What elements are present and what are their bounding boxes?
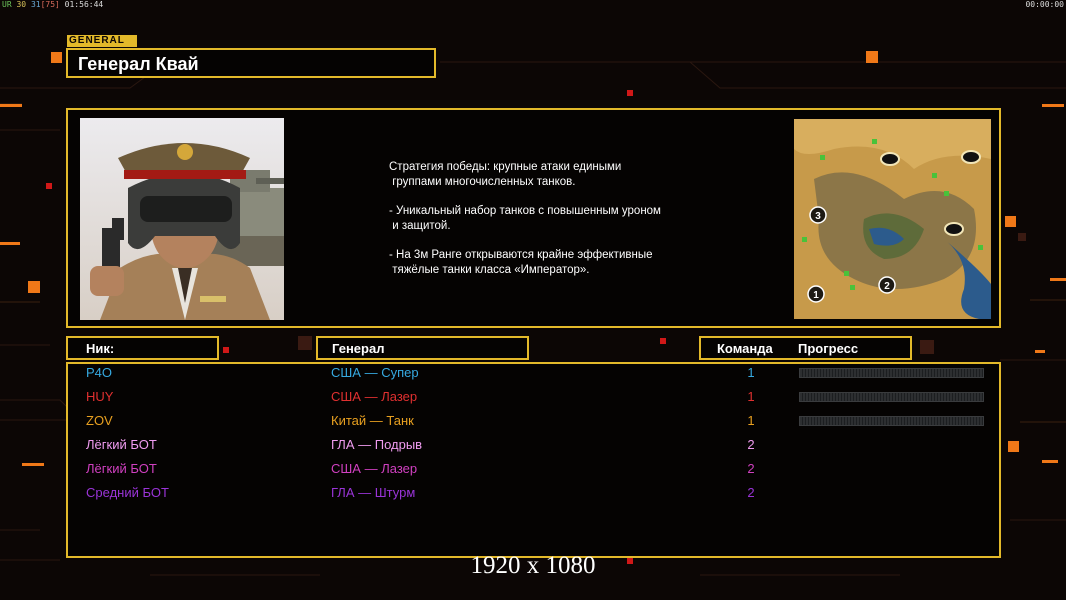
player-team: 1 xyxy=(747,413,755,428)
game-timer: 00:00:00 xyxy=(1025,0,1064,9)
fps-clock-readout: UR 30 31[75] 01:56:44 xyxy=(2,0,104,9)
player-team: 2 xyxy=(747,437,755,452)
general-tab-label: GENERAL xyxy=(67,35,137,47)
player-nick: Лёгкий БОТ xyxy=(86,437,157,452)
general-portrait xyxy=(80,118,284,320)
strategy-line: группами многочисленных танков. xyxy=(389,176,576,188)
general-name: Генерал Квай xyxy=(78,54,199,74)
map-start-position: 1 xyxy=(813,290,819,301)
progress-header-label: Прогресс xyxy=(798,341,859,356)
player-general: ГЛА — Подрыв xyxy=(331,437,423,452)
strategy-line: Стратегия победы: крупные атаки едиными xyxy=(389,161,622,173)
player-team: 2 xyxy=(747,485,755,500)
map-start-position: 3 xyxy=(815,211,821,222)
player-nick: Средний БОТ xyxy=(86,485,169,500)
player-team: 1 xyxy=(747,365,755,380)
loading-progress-bar xyxy=(799,368,984,378)
player-general: ГЛА — Штурм xyxy=(331,485,416,500)
strategy-line: и защитой. xyxy=(389,220,451,232)
strategy-line: - Уникальный набор танков с повышенным у… xyxy=(389,205,661,217)
team-progress-column-header: Команда Прогресс xyxy=(699,336,912,360)
nick-column-header: Ник: xyxy=(66,336,219,360)
player-team: 1 xyxy=(747,389,755,404)
loading-progress-bar xyxy=(799,416,984,426)
general-column-header: Генерал xyxy=(316,336,529,360)
loading-progress-bar xyxy=(799,392,984,402)
strategy-description: Стратегия победы: крупные атаки едиными … xyxy=(389,160,719,278)
player-general: США — Лазер xyxy=(331,461,418,476)
resolution-label: 1920 x 1080 xyxy=(470,552,596,579)
general-title-box: Генерал Квай xyxy=(66,48,436,78)
map-preview: 1 2 3 xyxy=(794,119,991,319)
player-nick: HUY xyxy=(86,389,114,404)
player-nick: Лёгкий БОТ xyxy=(86,461,157,476)
player-nick: P4O xyxy=(86,365,113,380)
team-header-label: Команда xyxy=(717,341,773,356)
player-general: Китай — Танк xyxy=(331,413,414,428)
strategy-line: тяжёлые танки класса «Император». xyxy=(389,264,590,276)
player-general: США — Супер xyxy=(331,365,419,380)
map-start-position: 2 xyxy=(884,281,890,292)
player-nick: ZOV xyxy=(86,413,113,428)
strategy-line: - На 3м Ранге открываются крайне эффекти… xyxy=(389,249,653,261)
player-general: США — Лазер xyxy=(331,389,418,404)
player-team: 2 xyxy=(747,461,755,476)
